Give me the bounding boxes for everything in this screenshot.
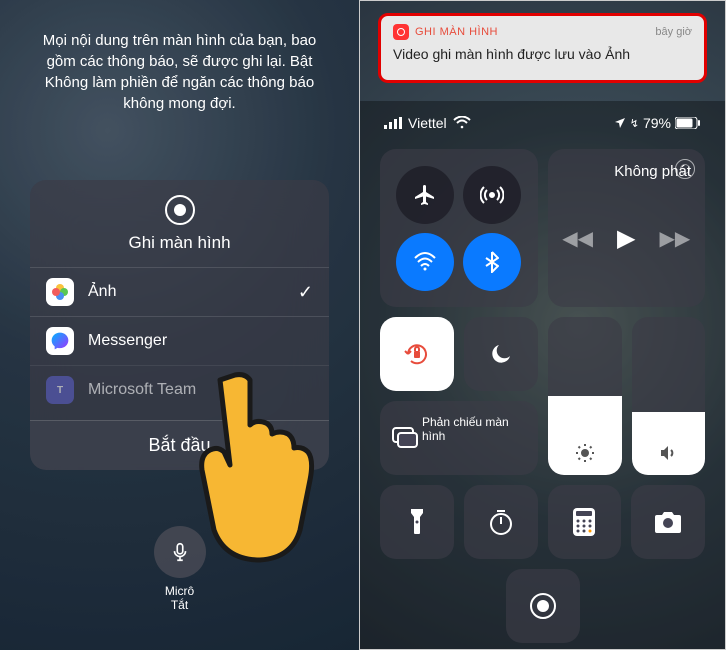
- bluetooth-toggle[interactable]: [463, 233, 521, 291]
- app-row-messenger[interactable]: Messenger: [30, 316, 329, 365]
- calculator-button[interactable]: [548, 485, 622, 559]
- media-tile[interactable]: Không phát ◀◀ ▶ ▶▶: [548, 149, 705, 307]
- brightness-slider[interactable]: [548, 317, 622, 475]
- wifi-icon: [453, 116, 471, 130]
- next-track-icon[interactable]: ▶▶: [660, 226, 691, 251]
- camera-button[interactable]: [631, 485, 705, 559]
- control-center-screen: GHI MÀN HÌNH bây giờ Video ghi màn hình …: [359, 0, 726, 650]
- battery-percent: 79%: [643, 115, 671, 131]
- prev-track-icon[interactable]: ◀◀: [562, 226, 593, 251]
- info-text: Mọi nội dung trên màn hình của bạn, bao …: [0, 30, 359, 114]
- location-icon: [614, 117, 626, 129]
- media-title: Không phát: [562, 163, 691, 180]
- start-button[interactable]: Bắt đầu: [30, 420, 329, 470]
- check-icon: ✓: [298, 282, 313, 303]
- card-header: Ghi màn hình: [30, 180, 329, 253]
- notif-header: GHI MÀN HÌNH bây giờ: [393, 24, 692, 40]
- notif-body: Video ghi màn hình được lưu vào Ảnh: [393, 46, 692, 62]
- screen-record-toggle[interactable]: [506, 569, 580, 643]
- mirror-label: Phản chiếu màn hình: [422, 415, 530, 444]
- signal-icon: [384, 117, 402, 129]
- mic-toggle[interactable]: [154, 526, 206, 578]
- record-icon: [165, 195, 195, 225]
- app-label: Messenger: [88, 332, 167, 350]
- notif-time: bây giờ: [655, 26, 692, 38]
- wifi-toggle[interactable]: [396, 233, 454, 291]
- record-card: Ghi màn hình Ảnh ✓ Messenger T Microsoft…: [30, 180, 329, 470]
- play-icon[interactable]: ▶: [617, 224, 635, 253]
- battery-shape-icon: [675, 117, 701, 129]
- mic-state: Tắt: [0, 598, 359, 612]
- volume-icon: [632, 443, 706, 463]
- messenger-icon: [46, 327, 74, 355]
- notification-banner[interactable]: GHI MÀN HÌNH bây giờ Video ghi màn hình …: [378, 13, 707, 83]
- cellular-toggle[interactable]: [463, 166, 521, 224]
- app-label: Ảnh: [88, 283, 116, 301]
- battery-icon: ↯: [630, 117, 639, 130]
- flashlight-toggle[interactable]: [380, 485, 454, 559]
- screen-record-app-icon: [393, 24, 409, 40]
- app-row-teams[interactable]: T Microsoft Team: [30, 365, 329, 414]
- timer-button[interactable]: [464, 485, 538, 559]
- app-row-photos[interactable]: Ảnh ✓: [30, 267, 329, 316]
- dnd-toggle[interactable]: [464, 317, 538, 391]
- screen-record-sheet: Mọi nội dung trên màn hình của bạn, bao …: [0, 0, 359, 650]
- teams-icon: T: [46, 376, 74, 404]
- brightness-fill: [548, 396, 622, 475]
- volume-slider[interactable]: [632, 317, 706, 475]
- screen-mirroring-button[interactable]: Phản chiếu màn hình: [380, 401, 538, 475]
- status-bar: Viettel ↯ 79%: [380, 111, 705, 139]
- brightness-icon: [548, 443, 622, 463]
- carrier-label: Viettel: [408, 115, 447, 131]
- connectivity-tile: [380, 149, 538, 307]
- screen-mirror-icon: [392, 427, 418, 449]
- mic-label: Micrô: [0, 584, 359, 598]
- card-title: Ghi màn hình: [30, 233, 329, 253]
- photos-icon: [46, 278, 74, 306]
- notif-app-name: GHI MÀN HÌNH: [415, 26, 498, 38]
- control-center: Viettel ↯ 79%: [360, 101, 725, 649]
- airplane-toggle[interactable]: [396, 166, 454, 224]
- app-label: Microsoft Team: [88, 381, 196, 399]
- orientation-lock-toggle[interactable]: [380, 317, 454, 391]
- mic-section: Micrô Tắt: [0, 526, 359, 612]
